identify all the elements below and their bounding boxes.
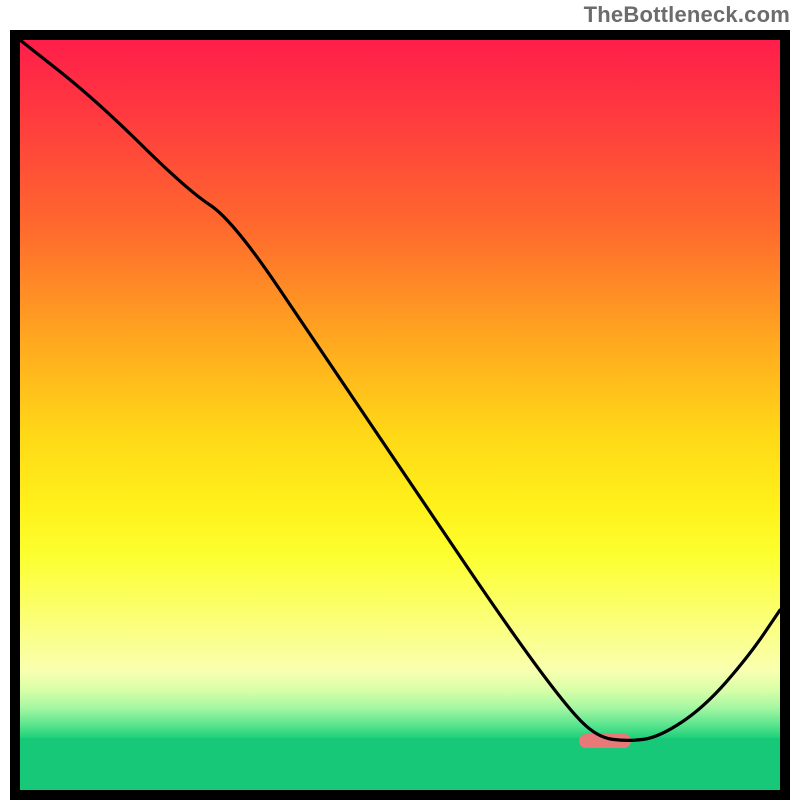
curve-path: [20, 40, 780, 740]
chart-plot-area: [20, 40, 780, 790]
watermark-text: TheBottleneck.com: [584, 2, 790, 28]
curve-svg: [20, 40, 780, 790]
